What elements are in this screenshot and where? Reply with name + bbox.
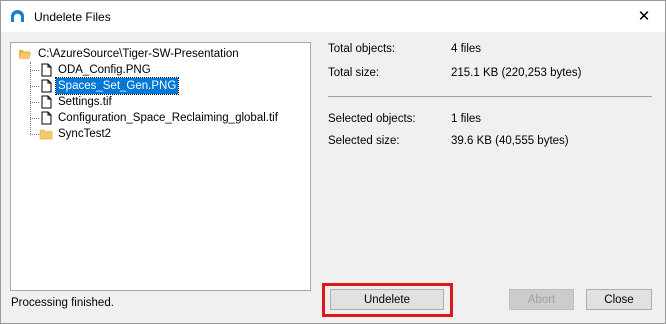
- tree-item-label: ODA_Config.PNG: [58, 64, 151, 76]
- info-separator: [328, 96, 652, 97]
- close-button[interactable]: Close: [586, 289, 652, 310]
- total-objects-value: 4 files: [451, 43, 482, 55]
- tree-root[interactable]: C:\AzureSource\Tiger-SW-Presentation: [11, 46, 308, 62]
- tree-item[interactable]: ODA_Config.PNG: [11, 62, 308, 78]
- tree-item[interactable]: Spaces_Set_Gen.PNG: [11, 77, 308, 95]
- file-tree[interactable]: C:\AzureSource\Tiger-SW-Presentation ODA…: [10, 42, 311, 291]
- selected-size-value: 39.6 KB (40,555 bytes): [451, 135, 569, 147]
- title-bar[interactable]: Undelete Files ✕: [1, 1, 665, 32]
- folder-open-icon: [19, 50, 32, 59]
- tree-item-label: Configuration_Space_Reclaiming_global.ti…: [58, 112, 278, 124]
- tree-item[interactable]: SyncTest2: [11, 126, 308, 142]
- file-icon: [41, 63, 52, 77]
- total-size-value: 215.1 KB (220,253 bytes): [451, 67, 582, 79]
- file-icon: [41, 95, 52, 109]
- file-icon: [41, 79, 52, 93]
- close-window-icon[interactable]: ✕: [625, 3, 663, 30]
- total-objects-label: Total objects:: [328, 43, 396, 55]
- tree-item-label: Settings.tif: [58, 96, 112, 108]
- status-text: Processing finished.: [11, 297, 114, 309]
- selected-size-label: Selected size:: [328, 135, 400, 147]
- tree-root-label: C:\AzureSource\Tiger-SW-Presentation: [38, 48, 239, 60]
- tree-item[interactable]: Settings.tif: [11, 94, 308, 110]
- window-title: Undelete Files: [34, 10, 111, 24]
- undelete-button-highlight: [322, 283, 453, 317]
- selected-objects-label: Selected objects:: [328, 113, 416, 125]
- abort-button[interactable]: Abort: [509, 289, 574, 310]
- tree-item[interactable]: Configuration_Space_Reclaiming_global.ti…: [11, 110, 308, 126]
- folder-icon: [39, 129, 53, 140]
- tree-item-label: SyncTest2: [58, 128, 112, 140]
- app-icon: [11, 10, 24, 22]
- file-icon: [41, 111, 52, 125]
- total-size-label: Total size:: [328, 67, 380, 79]
- tree-item-label: Spaces_Set_Gen.PNG: [54, 77, 180, 95]
- undelete-files-dialog: Undelete Files ✕ C:\AzureSource\Tiger-SW…: [0, 0, 666, 324]
- selected-objects-value: 1 files: [451, 113, 482, 125]
